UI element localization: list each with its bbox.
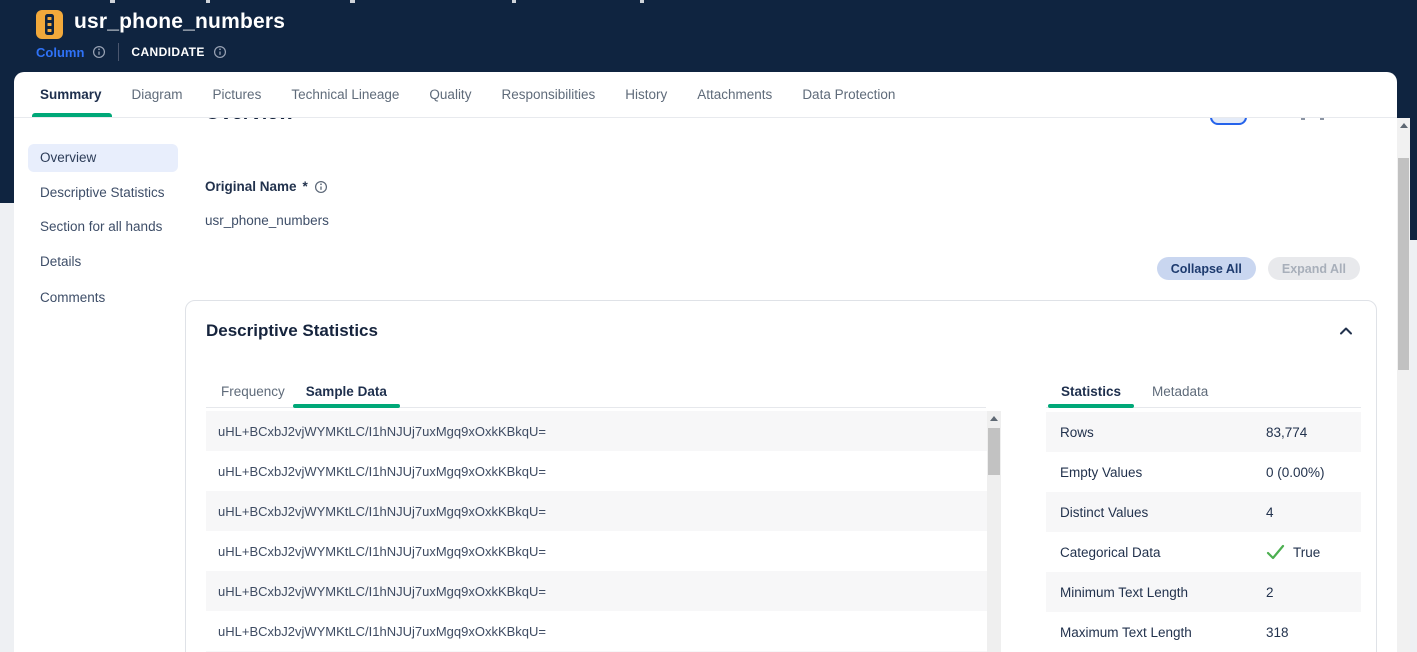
asset-header: usr_phone_numbers Column CANDIDATE — [36, 7, 285, 61]
tab-history[interactable]: History — [625, 72, 667, 117]
breadcrumb-remnant — [640, 0, 644, 3]
field-label: Original Name — [205, 179, 297, 194]
divider — [118, 43, 119, 61]
breadcrumb-remnant — [110, 0, 115, 3]
stat-value: True — [1266, 544, 1320, 560]
sample-tabs: Frequency Sample Data — [206, 376, 986, 408]
field-value: usr_phone_numbers — [205, 213, 329, 228]
stat-value-text: 2 — [1266, 585, 1274, 600]
clipped-text-remnant — [1320, 118, 1324, 120]
stat-value: 2 — [1266, 585, 1274, 600]
tab-technical-lineage[interactable]: Technical Lineage — [291, 72, 399, 117]
card-title: Descriptive Statistics — [206, 321, 378, 341]
stat-row: Minimum Text Length2 — [1046, 572, 1361, 612]
stat-value-text: 4 — [1266, 505, 1274, 520]
stat-row: Empty Values0 (0.00%) — [1046, 452, 1361, 492]
stat-row: Distinct Values4 — [1046, 492, 1361, 532]
sidebar-item-descriptive-statistics[interactable]: Descriptive Statistics — [28, 184, 178, 202]
check-icon — [1266, 544, 1285, 560]
sample-row: uHL+BCxbJ2vjWYMKtLC/I1hNJUj7uxMgq9xOxkKB… — [206, 611, 987, 651]
stats-tabs: Statistics Metadata — [1046, 376, 1361, 408]
tab-summary[interactable]: Summary — [40, 72, 102, 117]
section-nav: Overview Descriptive Statistics Section fo… — [28, 144, 178, 307]
tab-sample-data[interactable]: Sample Data — [304, 376, 389, 407]
clipped-text-remnant — [1301, 118, 1305, 120]
asset-title: usr_phone_numbers — [74, 7, 285, 37]
collapse-all-button[interactable]: Collapse All — [1157, 257, 1256, 280]
tab-statistics[interactable]: Statistics — [1059, 376, 1123, 407]
sample-data-list: uHL+BCxbJ2vjWYMKtLC/I1hNJUj7uxMgq9xOxkKB… — [206, 411, 987, 652]
stat-value: 83,774 — [1266, 425, 1307, 440]
scrollbar-thumb[interactable] — [988, 428, 1000, 475]
info-icon[interactable] — [314, 180, 328, 194]
stat-row: Rows83,774 — [1046, 412, 1361, 452]
scroll-up-arrow[interactable] — [990, 416, 998, 421]
sample-row: uHL+BCxbJ2vjWYMKtLC/I1hNJUj7uxMgq9xOxkKB… — [206, 531, 987, 571]
statistics-table: Rows83,774Empty Values0 (0.00%)Distinct … — [1046, 412, 1361, 652]
breadcrumb-remnant — [206, 0, 210, 3]
info-icon[interactable] — [92, 45, 106, 59]
tab-responsibilities[interactable]: Responsibilities — [501, 72, 595, 117]
stat-value-text: 83,774 — [1266, 425, 1307, 440]
breadcrumb-remnant — [350, 0, 355, 3]
stat-label: Distinct Values — [1060, 505, 1266, 520]
page: usr_phone_numbers Column CANDIDATE Summa… — [0, 0, 1417, 652]
sidebar-item-overview[interactable]: Overview — [28, 144, 178, 172]
stat-value: 4 — [1266, 505, 1274, 520]
descriptive-statistics-card: Descriptive Statistics Frequency Sample D… — [185, 300, 1377, 652]
tab-pictures[interactable]: Pictures — [213, 72, 262, 117]
stat-row: Maximum Text Length318 — [1046, 612, 1361, 652]
stat-label: Maximum Text Length — [1060, 625, 1266, 640]
stat-value-text: True — [1293, 545, 1320, 560]
status-badge[interactable]: CANDIDATE — [131, 45, 204, 59]
sidebar-item-comments[interactable]: Comments — [28, 289, 178, 307]
column-icon — [36, 10, 63, 39]
tab-diagram[interactable]: Diagram — [132, 72, 183, 117]
sample-row: uHL+BCxbJ2vjWYMKtLC/I1hNJUj7uxMgq9xOxkKB… — [206, 491, 987, 531]
tab-metadata[interactable]: Metadata — [1150, 376, 1210, 407]
tab-bar: Summary Diagram Pictures Technical Lineage Q… — [14, 72, 1397, 118]
scroll-up-arrow[interactable] — [1400, 123, 1408, 128]
stat-label: Categorical Data — [1060, 545, 1266, 560]
expand-all-button[interactable]: Expand All — [1268, 257, 1360, 280]
summary-content: Overview Descriptive Statistics Section fo… — [14, 118, 1397, 652]
tab-quality[interactable]: Quality — [429, 72, 471, 117]
sidebar-item-section-for-all-hands[interactable]: Section for all hands — [28, 218, 178, 236]
scrollbar-thumb[interactable] — [1398, 158, 1409, 370]
chevron-up-icon[interactable] — [1338, 323, 1354, 339]
page-scrollbar[interactable] — [1397, 118, 1410, 652]
sample-row: uHL+BCxbJ2vjWYMKtLC/I1hNJUj7uxMgq9xOxkKB… — [206, 571, 987, 611]
stat-value: 318 — [1266, 625, 1289, 640]
tab-data-protection[interactable]: Data Protection — [802, 72, 895, 117]
tab-attachments[interactable]: Attachments — [697, 72, 772, 117]
stat-row: Categorical Data True — [1046, 532, 1361, 572]
stat-label: Minimum Text Length — [1060, 585, 1266, 600]
stat-label: Empty Values — [1060, 465, 1266, 480]
info-icon[interactable] — [213, 45, 227, 59]
required-marker: * — [303, 179, 308, 194]
overview-heading: Overview — [205, 118, 294, 125]
asset-type-link[interactable]: Column — [36, 45, 84, 60]
tab-frequency[interactable]: Frequency — [219, 376, 287, 407]
stat-value: 0 (0.00%) — [1266, 465, 1325, 480]
edit-toggle[interactable] — [1210, 118, 1247, 125]
stat-value-text: 0 (0.00%) — [1266, 465, 1325, 480]
breadcrumb-remnant — [512, 0, 516, 3]
stat-value-text: 318 — [1266, 625, 1289, 640]
sample-row: uHL+BCxbJ2vjWYMKtLC/I1hNJUj7uxMgq9xOxkKB… — [206, 451, 987, 491]
sample-row: uHL+BCxbJ2vjWYMKtLC/I1hNJUj7uxMgq9xOxkKB… — [206, 411, 987, 451]
stat-label: Rows — [1060, 425, 1266, 440]
content-panel: Summary Diagram Pictures Technical Lineage Q… — [14, 72, 1397, 652]
page-background — [0, 203, 14, 652]
sample-list-scrollbar[interactable] — [987, 411, 1001, 652]
